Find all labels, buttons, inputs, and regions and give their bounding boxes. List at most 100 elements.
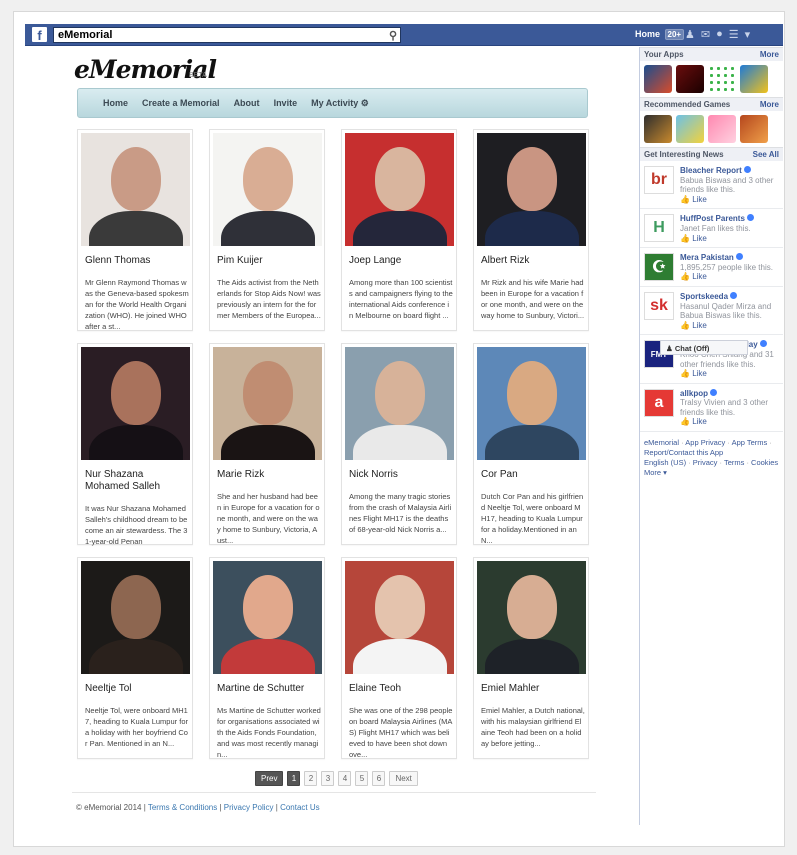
nav-about[interactable]: About bbox=[234, 98, 260, 108]
sb-footer-link[interactable]: Privacy bbox=[693, 458, 718, 467]
like-button[interactable]: 👍 Like bbox=[680, 417, 779, 427]
like-button[interactable]: 👍 Like bbox=[680, 272, 779, 282]
news-thumb-icon[interactable]: ☪ bbox=[644, 253, 674, 282]
news-item[interactable]: ☪ Mera Pakistan 1,895,257 people like this… bbox=[640, 248, 783, 287]
memorial-name[interactable]: Albert Rizk bbox=[481, 255, 585, 267]
app-sale-icon[interactable] bbox=[740, 65, 768, 93]
memorial-card[interactable]: Joep Lange Among more than 100 scientists… bbox=[341, 129, 457, 331]
home-link[interactable]: Home 20+ bbox=[635, 29, 685, 40]
site-logo[interactable]: eMemorial bbox=[74, 55, 217, 84]
memorial-card[interactable]: Albert Rizk Mr Rizk and his wife Marie ha… bbox=[473, 129, 589, 331]
app-warrior-icon[interactable] bbox=[676, 65, 704, 93]
memorial-name[interactable]: Cor Pan bbox=[481, 469, 585, 481]
nav-home[interactable]: Home bbox=[103, 98, 128, 108]
memorial-photo[interactable] bbox=[345, 561, 454, 674]
prev-button[interactable]: Prev bbox=[255, 771, 284, 786]
page-5[interactable]: 5 bbox=[355, 771, 369, 786]
news-item[interactable]: br Bleacher Report Babua Biswas and 3 othe… bbox=[640, 161, 783, 210]
news-page-name[interactable]: allkpop bbox=[680, 389, 708, 398]
page-1[interactable]: 1 bbox=[287, 771, 301, 786]
sb-footer-link[interactable]: Cookies bbox=[751, 458, 778, 467]
memorial-photo[interactable] bbox=[213, 347, 322, 460]
nav-create-memorial[interactable]: Create a Memorial bbox=[142, 98, 220, 108]
news-thumb-icon[interactable]: a bbox=[644, 388, 674, 417]
recommended-games-more-link[interactable]: More bbox=[760, 100, 779, 109]
news-thumb-icon[interactable]: br bbox=[644, 166, 674, 194]
news-item[interactable]: H HuffPost Parents Janet Fan likes this. 👍 … bbox=[640, 209, 783, 249]
memorial-card[interactable]: Neeltje Tol Neeltje Tol, were onboard MH1… bbox=[77, 557, 193, 759]
search-icon[interactable]: ⚲ bbox=[389, 29, 397, 42]
sb-footer-link[interactable]: App Privacy bbox=[685, 438, 725, 447]
sb-footer-more-link[interactable]: More ▾ bbox=[644, 468, 667, 477]
friend-requests-icon[interactable]: ♟ bbox=[685, 28, 695, 41]
memorial-name[interactable]: Pim Kuijer bbox=[217, 255, 321, 267]
notifications-icon[interactable]: ● bbox=[716, 28, 723, 41]
news-page-name[interactable]: Bleacher Report bbox=[680, 166, 742, 175]
news-page-name[interactable]: HuffPost Parents bbox=[680, 214, 745, 223]
news-page-name[interactable]: Mera Pakistan bbox=[680, 253, 734, 262]
memorial-photo[interactable] bbox=[213, 133, 322, 246]
memorial-card[interactable]: Elaine Teoh She was one of the 298 people… bbox=[341, 557, 457, 759]
like-button[interactable]: 👍 Like bbox=[680, 195, 779, 205]
memorial-card[interactable]: Pim Kuijer The Aids activist from the Net… bbox=[209, 129, 325, 331]
memorial-name[interactable]: Nick Norris bbox=[349, 469, 453, 481]
page-4[interactable]: 4 bbox=[338, 771, 352, 786]
memorial-photo[interactable] bbox=[81, 347, 190, 460]
memorial-card[interactable]: Martine de Schutter Ms Martine de Schutte… bbox=[209, 557, 325, 759]
app-racing-icon[interactable] bbox=[644, 65, 672, 93]
news-item[interactable]: a allkpop Tralsy Vivien and 3 other friend… bbox=[640, 384, 783, 433]
memorial-card[interactable]: Marie Rizk She and her husband had been i… bbox=[209, 343, 325, 545]
game-burger-icon[interactable] bbox=[644, 115, 672, 143]
memorial-photo[interactable] bbox=[477, 133, 586, 246]
sb-footer-link[interactable]: App Terms bbox=[732, 438, 768, 447]
memorial-photo[interactable] bbox=[81, 133, 190, 246]
memorial-card[interactable]: Cor Pan Dutch Cor Pan and his girlfriend … bbox=[473, 343, 589, 545]
memorial-card[interactable]: Nur Shazana Mohamed Salleh It was Nur Sha… bbox=[77, 343, 193, 546]
your-apps-more-link[interactable]: More bbox=[760, 50, 779, 59]
news-item[interactable]: sk Sportskeeda Hasanul Qader Mirza and Bab… bbox=[640, 287, 783, 336]
next-button[interactable]: Next bbox=[389, 771, 418, 786]
page-6[interactable]: 6 bbox=[372, 771, 386, 786]
privacy-shortcuts-icon[interactable]: ☰ bbox=[729, 28, 739, 41]
memorial-photo[interactable] bbox=[345, 133, 454, 246]
sb-footer-link[interactable]: Terms bbox=[724, 458, 744, 467]
nav-my-activity[interactable]: My Activity ⚙ bbox=[311, 98, 369, 109]
memorial-name[interactable]: Martine de Schutter bbox=[217, 683, 321, 695]
sb-footer-link[interactable]: Report/Contact this App bbox=[644, 448, 723, 457]
like-button[interactable]: 👍 Like bbox=[680, 369, 779, 379]
search-input[interactable]: eMemorial ⚲ bbox=[53, 27, 401, 43]
page-3[interactable]: 3 bbox=[321, 771, 335, 786]
page-2[interactable]: 2 bbox=[304, 771, 318, 786]
nav-invite[interactable]: Invite bbox=[274, 98, 298, 108]
see-all-link[interactable]: See All bbox=[753, 150, 779, 159]
memorial-photo[interactable] bbox=[477, 561, 586, 674]
memorial-photo[interactable] bbox=[213, 561, 322, 674]
memorial-name[interactable]: Glenn Thomas bbox=[85, 255, 189, 267]
privacy-link[interactable]: Privacy Policy bbox=[224, 803, 274, 812]
memorial-name[interactable]: Elaine Teoh bbox=[349, 683, 453, 695]
news-page-name[interactable]: Sportskeeda bbox=[680, 292, 728, 301]
game-supercity-icon[interactable] bbox=[676, 115, 704, 143]
sb-footer-link[interactable]: eMemorial bbox=[644, 438, 679, 447]
memorial-name[interactable]: Joep Lange bbox=[349, 255, 453, 267]
memorial-name[interactable]: Nur Shazana Mohamed Salleh bbox=[85, 469, 189, 493]
facebook-logo-icon[interactable]: f bbox=[32, 27, 47, 42]
memorial-card[interactable]: Nick Norris Among the many tragic stories… bbox=[341, 343, 457, 545]
account-menu-icon[interactable]: ▾ bbox=[745, 28, 751, 41]
like-button[interactable]: 👍 Like bbox=[680, 321, 779, 331]
game-pink-icon[interactable] bbox=[708, 115, 736, 143]
like-button[interactable]: 👍 Like bbox=[680, 234, 779, 244]
contact-link[interactable]: Contact Us bbox=[280, 803, 320, 812]
sb-footer-link[interactable]: English (US) bbox=[644, 458, 686, 467]
memorial-name[interactable]: Neeltje Tol bbox=[85, 683, 189, 695]
memorial-name[interactable]: Emiel Mahler bbox=[481, 683, 585, 695]
game-heroine-icon[interactable] bbox=[740, 115, 768, 143]
memorial-name[interactable]: Marie Rizk bbox=[217, 469, 321, 481]
memorial-photo[interactable] bbox=[345, 347, 454, 460]
news-thumb-icon[interactable]: H bbox=[644, 214, 674, 243]
news-thumb-icon[interactable]: sk bbox=[644, 291, 674, 320]
app-dots-icon[interactable] bbox=[708, 65, 736, 93]
terms-link[interactable]: Terms & Conditions bbox=[148, 803, 217, 812]
memorial-photo[interactable] bbox=[81, 561, 190, 674]
memorial-photo[interactable] bbox=[477, 347, 586, 460]
